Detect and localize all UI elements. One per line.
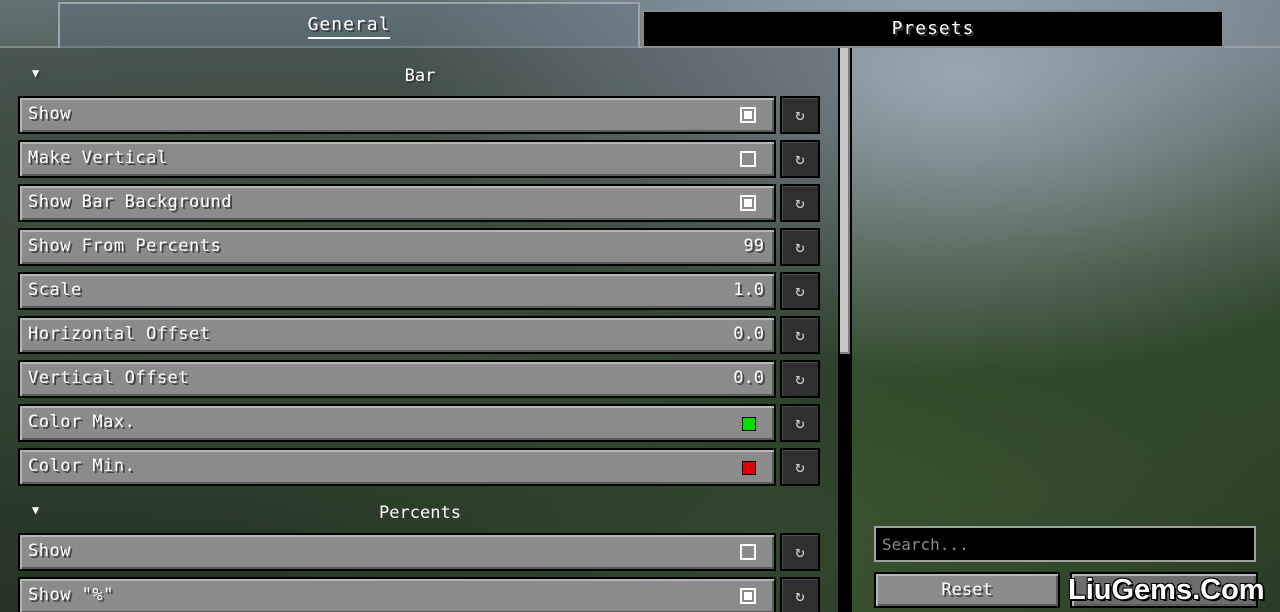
checkbox[interactable] <box>740 588 756 604</box>
search-input[interactable] <box>874 526 1256 562</box>
option-label: Show Bar Background <box>28 192 232 212</box>
option-row: Show Bar Background ↻ <box>18 184 820 222</box>
scrollbar-thumb[interactable] <box>840 48 850 354</box>
section-header-percents[interactable]: ▼ Percents <box>20 503 820 527</box>
option-label: Show <box>28 104 71 124</box>
watermark-logo: LiuGems.Com <box>1068 574 1265 606</box>
option-label: Color Max. <box>28 412 136 432</box>
section-title: Percents <box>379 503 461 523</box>
option-show-button[interactable]: Show "%" <box>18 577 776 612</box>
tab-general-label: General <box>307 14 391 39</box>
option-label: Show From Percents <box>28 236 222 256</box>
option-vertical-offset-button[interactable]: Vertical Offset 0.0 <box>18 360 776 398</box>
reset-arrow-icon[interactable]: ↻ <box>780 96 820 134</box>
option-show-button[interactable]: Show <box>18 96 776 134</box>
option-row: Horizontal Offset 0.0 ↻ <box>18 316 820 354</box>
option-label: Show <box>28 541 71 561</box>
reset-arrow-icon[interactable]: ↻ <box>780 404 820 442</box>
checkbox[interactable] <box>740 151 756 167</box>
tab-presets-label: Presets <box>891 18 975 39</box>
option-row: Show "%" ↻ <box>18 577 820 612</box>
option-show-bar-background-button[interactable]: Show Bar Background <box>18 184 776 222</box>
color-swatch <box>742 417 756 431</box>
option-label: Horizontal Offset <box>28 324 211 344</box>
reset-arrow-icon[interactable]: ↻ <box>780 184 820 222</box>
option-color-max-button[interactable]: Color Max. <box>18 404 776 442</box>
section-title: Bar <box>404 66 436 86</box>
option-row: Scale 1.0 ↻ <box>18 272 820 310</box>
section-header-bar[interactable]: ▼ Bar <box>20 66 820 90</box>
option-value: 0.0 <box>733 368 764 388</box>
option-label: Color Min. <box>28 456 136 476</box>
option-row: Color Max. ↻ <box>18 404 820 442</box>
option-value: 0.0 <box>733 324 764 344</box>
tab-presets[interactable]: Presets <box>642 10 1224 48</box>
reset-arrow-icon[interactable]: ↻ <box>780 272 820 310</box>
option-row: Show ↻ <box>18 96 820 134</box>
checkbox[interactable] <box>740 544 756 560</box>
option-label: Vertical Offset <box>28 368 190 388</box>
reset-arrow-icon[interactable]: ↻ <box>780 577 820 612</box>
tab-general[interactable]: General <box>58 2 640 48</box>
option-label: Show "%" <box>28 585 114 605</box>
checkbox[interactable] <box>740 195 756 211</box>
option-label: Make Vertical <box>28 148 168 168</box>
option-row: Vertical Offset 0.0 ↻ <box>18 360 820 398</box>
color-swatch <box>742 461 756 475</box>
reset-arrow-icon[interactable]: ↻ <box>780 533 820 571</box>
option-color-min-button[interactable]: Color Min. <box>18 448 776 486</box>
option-row: Show ↻ <box>18 533 820 571</box>
option-scale-button[interactable]: Scale 1.0 <box>18 272 776 310</box>
option-row: Make Vertical ↻ <box>18 140 820 178</box>
reset-arrow-icon[interactable]: ↻ <box>780 360 820 398</box>
option-row: Color Min. ↻ <box>18 448 820 486</box>
reset-arrow-icon[interactable]: ↻ <box>780 140 820 178</box>
option-label: Scale <box>28 280 82 300</box>
checkbox[interactable] <box>740 107 756 123</box>
option-row: Show From Percents 99 ↻ <box>18 228 820 266</box>
reset-arrow-icon[interactable]: ↻ <box>780 316 820 354</box>
option-make-vertical-button[interactable]: Make Vertical <box>18 140 776 178</box>
reset-arrow-icon[interactable]: ↻ <box>780 228 820 266</box>
option-value: 1.0 <box>733 280 764 300</box>
option-horizontal-offset-button[interactable]: Horizontal Offset 0.0 <box>18 316 776 354</box>
option-show-from-percents-button[interactable]: Show From Percents 99 <box>18 228 776 266</box>
option-value: 99 <box>743 236 764 256</box>
option-show-button[interactable]: Show <box>18 533 776 571</box>
reset-arrow-icon[interactable]: ↻ <box>780 448 820 486</box>
reset-all-button[interactable]: Reset <box>874 572 1060 608</box>
